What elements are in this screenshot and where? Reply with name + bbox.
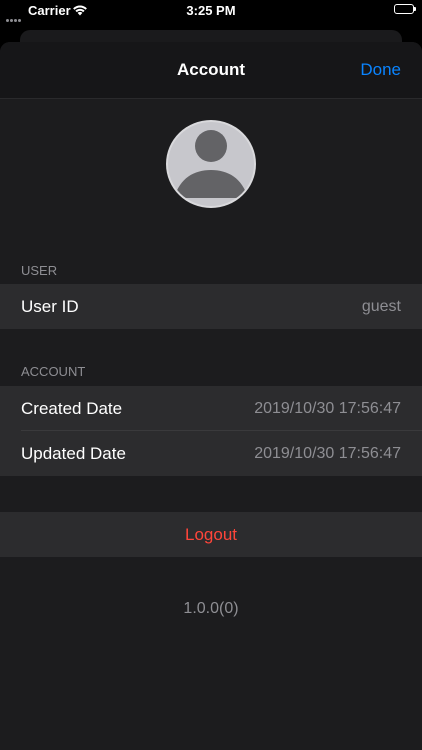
- row-label: Updated Date: [21, 444, 126, 463]
- row-value: 2019/10/30 17:56:47: [254, 400, 401, 417]
- avatar[interactable]: [166, 120, 256, 208]
- logout-button[interactable]: Logout: [0, 512, 422, 557]
- row-created-date: Created Date 2019/10/30 17:56:47: [0, 386, 422, 431]
- navigation-bar: Account Done: [0, 42, 422, 99]
- logout-label: Logout: [185, 525, 237, 544]
- row-value: 2019/10/30 17:56:47: [254, 445, 401, 462]
- status-bar: Carrier 3:25 PM: [0, 0, 422, 22]
- nav-title: Account: [177, 60, 245, 79]
- section-header-account: ACCOUNT: [21, 364, 86, 379]
- done-button[interactable]: Done: [360, 60, 401, 80]
- row-user-id: User ID guest: [0, 284, 422, 329]
- battery-icon: [394, 4, 416, 14]
- account-sheet: Account Done USER User ID guest ACCOUNT …: [0, 42, 422, 750]
- row-updated-date: Updated Date 2019/10/30 17:56:47: [0, 431, 422, 476]
- row-value: guest: [361, 298, 401, 315]
- app-version: 1.0.0(0): [183, 600, 239, 617]
- row-label: User ID: [21, 297, 79, 316]
- status-time: 3:25 PM: [186, 3, 236, 18]
- row-label: Created Date: [21, 399, 123, 418]
- section-header-user: USER: [21, 263, 58, 278]
- person-placeholder-icon: [174, 130, 248, 198]
